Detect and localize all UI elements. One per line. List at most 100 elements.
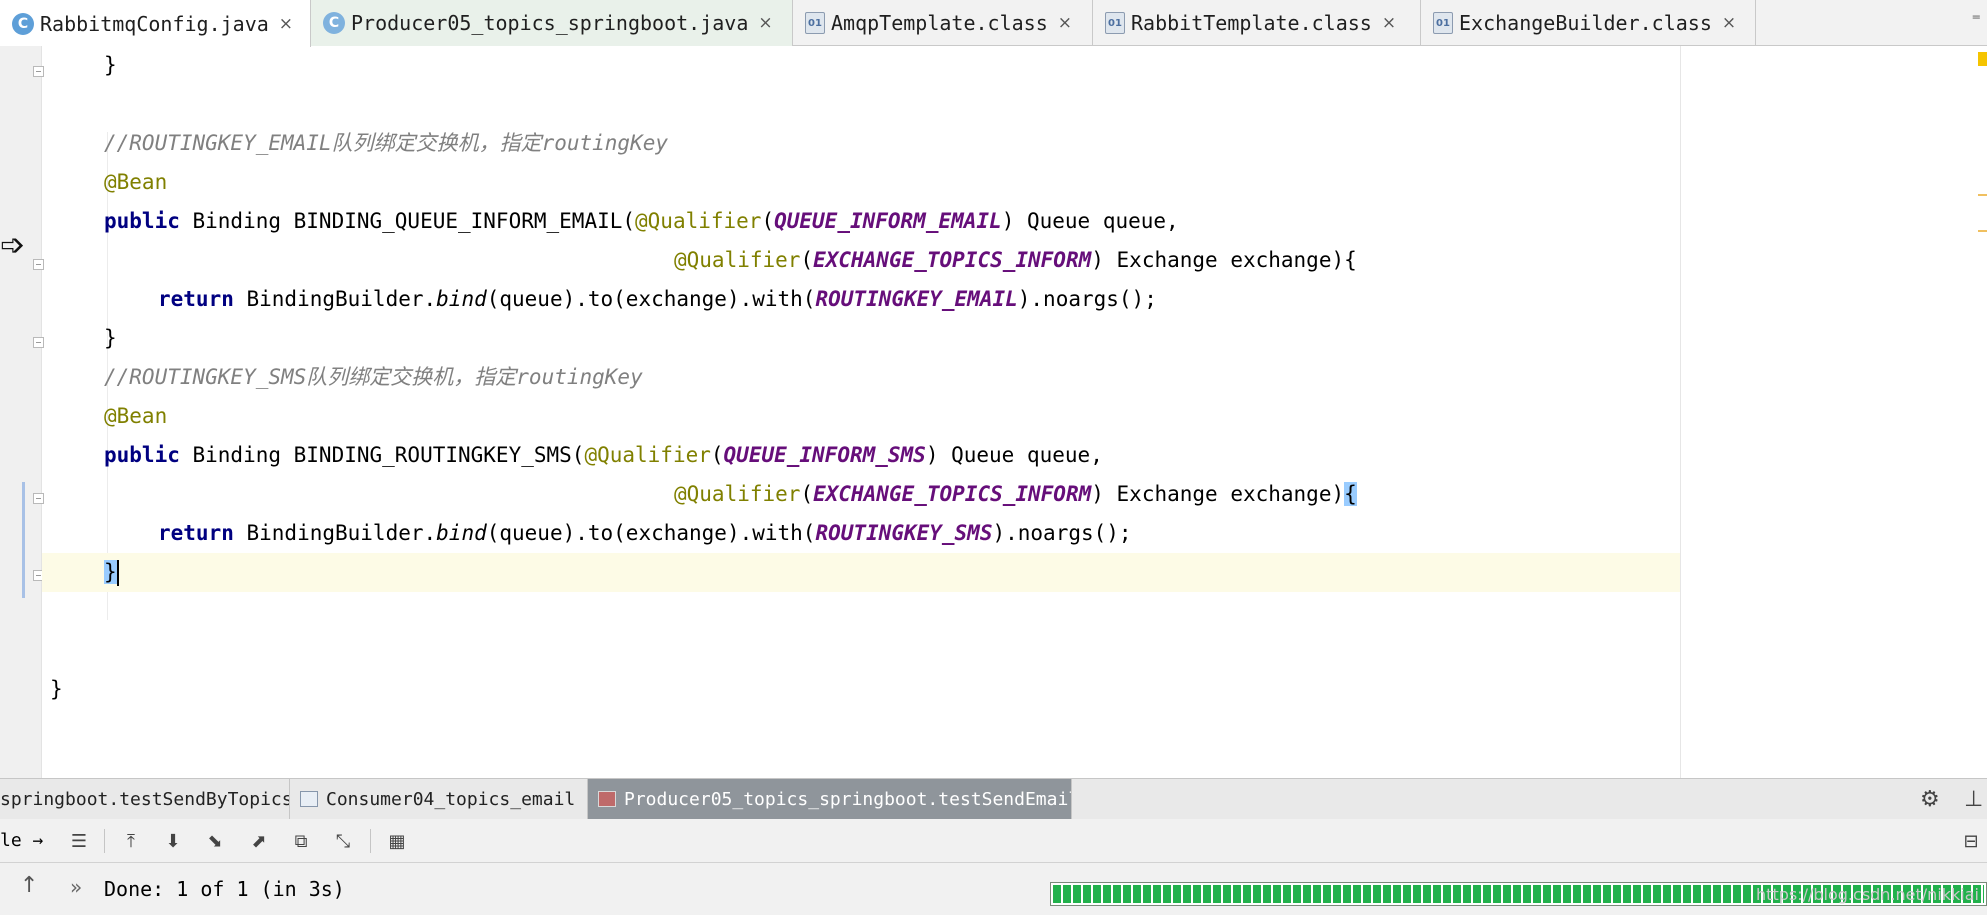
closing-brace: } <box>50 677 63 701</box>
tab-label: ExchangeBuilder.class <box>1459 11 1712 35</box>
code-text: ) Queue queue, <box>1001 209 1179 233</box>
test-status-bar: ↑ » Done: 1 of 1 (in 3s) https://blog.cs… <box>0 863 1987 915</box>
run-tab-consumer04[interactable]: Consumer04_topics_email <box>290 779 588 819</box>
table-icon[interactable]: ▦ <box>384 828 410 854</box>
run-tab-label: springboot.testSendByTopics <box>0 788 290 810</box>
static-method: bind <box>436 521 487 545</box>
constant: QUEUE_INFORM_SMS <box>723 443 926 467</box>
toolbar-truncated-label: le → <box>0 830 44 851</box>
current-code-line: } <box>42 553 1680 592</box>
right-margin-guide <box>1680 46 1681 778</box>
filter-icon[interactable]: ⧉ <box>288 828 314 854</box>
code-text: BindingBuilder. <box>233 521 437 545</box>
run-tab-label: Consumer04_topics_email <box>326 788 576 810</box>
toolbar-separator <box>370 829 371 853</box>
more-chevron-icon[interactable]: » <box>70 875 82 899</box>
annotation: @Bean <box>104 170 168 194</box>
annotation: @Qualifier <box>584 443 711 467</box>
scrollbar-warning-marker[interactable] <box>1978 52 1987 66</box>
code-text: ).noargs(); <box>992 521 1132 545</box>
code-line: return BindingBuilder.bind(queue).to(exc… <box>42 280 1680 319</box>
tab-exchangebuilder[interactable]: 01 ExchangeBuilder.class × <box>1421 0 1756 46</box>
scroll-top-icon[interactable]: ⤒ <box>118 828 144 854</box>
class-file-icon: 01 <box>1433 12 1453 34</box>
code-text: ( <box>800 248 814 272</box>
keyword: public <box>104 443 180 467</box>
run-toolbar: le → ☰ ⤒ ⬇ ⬊ ⬈ ⧉ ⤡ ▦ ⊟ <box>0 819 1987 863</box>
keyword: return <box>158 521 234 545</box>
tab-label: Producer05_topics_springboot.java <box>351 11 749 35</box>
run-tab-label: Producer05_topics_springboot.testSendEma… <box>624 788 1072 810</box>
code-text: Binding BINDING_ROUTINGKEY_SMS( <box>179 443 585 467</box>
scroll-down-icon[interactable]: ⬇ <box>160 828 186 854</box>
code-line: @Qualifier(EXCHANGE_TOPICS_INFORM) Excha… <box>42 241 1680 280</box>
code-text: ) Queue queue, <box>925 443 1103 467</box>
code-line: } <box>42 319 1680 358</box>
pin-icon[interactable]: ⊥ <box>1964 787 1983 812</box>
run-class-icon: C <box>323 12 345 34</box>
editor-tab-bar: C RabbitmqConfig.java × C Producer05_top… <box>0 0 1987 47</box>
annotation: @Qualifier <box>674 482 801 506</box>
annotation: @Qualifier <box>635 209 762 233</box>
run-tab-testsendbytopics[interactable]: springboot.testSendByTopics <box>0 779 290 819</box>
class-icon: C <box>12 12 34 35</box>
test-result-icon <box>598 791 616 807</box>
code-line: return BindingBuilder.bind(queue).to(exc… <box>42 514 1680 553</box>
constant: EXCHANGE_TOPICS_INFORM <box>813 482 1092 506</box>
constant: ROUTINGKEY_SMS <box>815 521 993 545</box>
close-icon[interactable]: × <box>1722 13 1736 33</box>
annotation: @Bean <box>104 404 168 428</box>
tab-rabbittemplate[interactable]: 01 RabbitTemplate.class × <box>1093 0 1421 46</box>
up-arrow-icon[interactable]: ↑ <box>20 873 38 898</box>
tab-label: RabbitTemplate.class <box>1131 11 1372 35</box>
close-icon[interactable]: × <box>1058 13 1072 33</box>
code-line: @Bean <box>42 397 1680 436</box>
code-editor[interactable]: } //ROUTINGKEY_EMAIL队列绑定交换机，指定routingKey… <box>42 46 1680 778</box>
comment: //ROUTINGKEY_EMAIL队列绑定交换机，指定routingKey <box>104 131 669 155</box>
tab-rabbitmqconfig[interactable]: C RabbitmqConfig.java × <box>0 0 311 47</box>
layout-icon[interactable]: ⊟ <box>1958 828 1984 854</box>
static-method: bind <box>436 287 487 311</box>
keyword: return <box>158 287 234 311</box>
code-text: (queue).to(exchange).with( <box>486 287 816 311</box>
tab-amqptemplate[interactable]: 01 AmqpTemplate.class × <box>793 0 1093 46</box>
text-caret <box>116 560 119 586</box>
code-line: //ROUTINGKEY_SMS队列绑定交换机，指定routingKey <box>42 358 1680 397</box>
test-status-text: Done: 1 of 1 (in 3s) <box>104 877 345 901</box>
collapse-icon[interactable]: ⤡ <box>330 828 356 854</box>
close-icon[interactable]: × <box>1382 13 1396 33</box>
editor-gutter <box>0 46 44 778</box>
tab-producer05[interactable]: C Producer05_topics_springboot.java × <box>311 0 793 46</box>
sort-icon[interactable]: ☰ <box>66 828 92 854</box>
code-text: ) Exchange exchange) <box>1091 482 1345 506</box>
comment: //ROUTINGKEY_SMS队列绑定交换机，指定routingKey <box>104 365 643 389</box>
vcs-change-marker <box>22 482 25 598</box>
run-config-icon <box>300 791 318 807</box>
import-icon[interactable]: ⬊ <box>202 828 228 854</box>
export-icon[interactable]: ⬈ <box>246 828 272 854</box>
code-line: @Qualifier(EXCHANGE_TOPICS_INFORM) Excha… <box>42 475 1680 514</box>
scrollbar-marker[interactable] <box>1978 230 1987 232</box>
close-icon[interactable]: × <box>279 14 293 34</box>
close-icon[interactable]: × <box>758 13 772 33</box>
matched-brace: } <box>104 560 117 584</box>
class-file-icon: 01 <box>1105 12 1125 34</box>
settings-gear-icon[interactable]: ⚙ <box>1920 787 1940 812</box>
code-line: //ROUTINGKEY_EMAIL队列绑定交换机，指定routingKey <box>42 124 1680 163</box>
closing-brace: } <box>104 53 117 77</box>
code-text: ).noargs(); <box>1017 287 1157 311</box>
code-text: (queue).to(exchange).with( <box>486 521 816 545</box>
constant: QUEUE_INFORM_EMAIL <box>774 209 1002 233</box>
run-tab-producer05[interactable]: Producer05_topics_springboot.testSendEma… <box>588 779 1072 819</box>
class-file-icon: 01 <box>805 12 825 34</box>
code-text: ( <box>710 443 724 467</box>
mouse-cursor-icon: ➩ <box>0 228 26 263</box>
toolbar-separator <box>104 829 105 853</box>
matched-brace: { <box>1344 482 1357 506</box>
code-text: ( <box>761 209 775 233</box>
code-text: ) Exchange exchange){ <box>1091 248 1357 272</box>
tab-label: AmqpTemplate.class <box>831 11 1048 35</box>
tab-list-menu-icon[interactable]: ⁼ <box>1971 10 1981 31</box>
scrollbar-marker[interactable] <box>1978 194 1987 196</box>
run-panel-tab-bar: springboot.testSendByTopics Consumer04_t… <box>0 778 1987 819</box>
